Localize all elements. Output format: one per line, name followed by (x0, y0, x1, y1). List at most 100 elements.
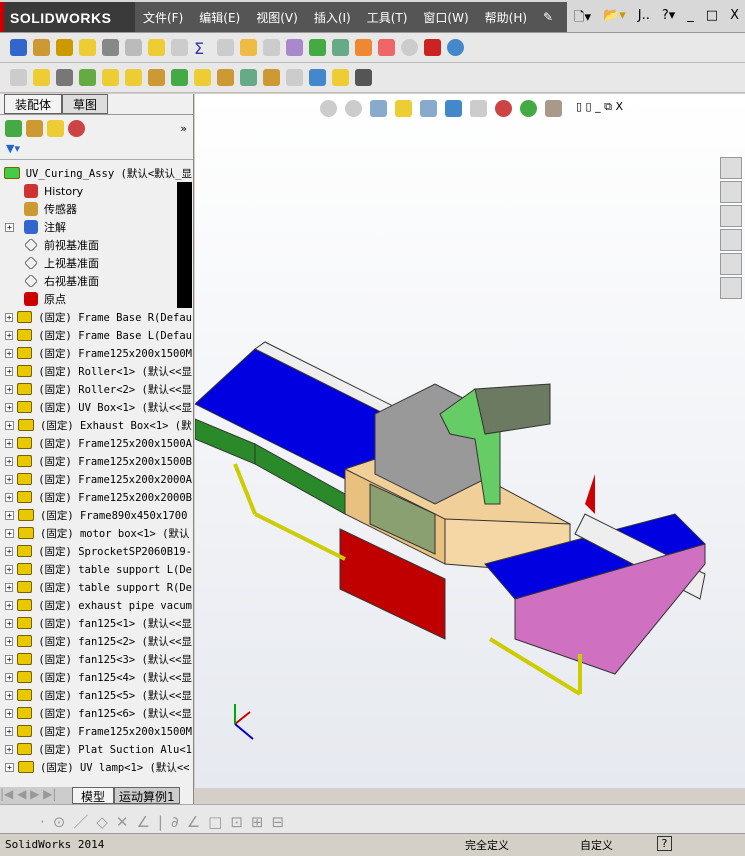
tree-component-item[interactable]: + (固定) Frame890x450x1700 (0, 506, 192, 524)
tree-feature-item[interactable]: 前视基准面 (0, 236, 192, 254)
expand-toggle[interactable]: + (5, 762, 14, 772)
tree-component-item[interactable]: + (固定) Exhaust Box<1> (默 (0, 416, 192, 434)
render-icon[interactable] (447, 39, 464, 56)
tree-component-item[interactable]: + (固定) fan125<5> (默认<<显 (0, 686, 192, 704)
display-manager-tab-icon[interactable] (68, 120, 85, 137)
status-help-icon[interactable]: ? (657, 836, 672, 851)
tree-component-item[interactable]: + (固定) Frame125x200x2000B (0, 488, 192, 506)
tree-component-item[interactable]: + (固定) Roller<1> (默认<<显 (0, 362, 192, 380)
expand-toggle[interactable]: + (5, 330, 14, 340)
pattern-icon[interactable] (79, 69, 96, 86)
appearances-icon[interactable] (720, 253, 742, 275)
tree-component-item[interactable]: + (固定) UV Box<1> (默认<<显 (0, 398, 192, 416)
expand-toggle[interactable]: + (5, 312, 14, 322)
tab-motion-study[interactable]: 运动算例1 (114, 787, 180, 804)
snapshot-icon[interactable] (355, 69, 372, 86)
expand-toggle[interactable]: + (5, 600, 14, 610)
reference-geometry-icon[interactable] (194, 69, 211, 86)
expand-toggle[interactable]: + (5, 564, 14, 574)
filter-icon[interactable]: ▼▾ (0, 142, 193, 160)
custom-properties-icon[interactable] (720, 277, 742, 299)
tree-root[interactable]: UV_Curing_Assy (默认<默认_显 (0, 164, 192, 182)
tree-feature-item[interactable]: 原点 (0, 290, 192, 308)
expand-toggle[interactable]: + (5, 672, 14, 682)
menu-file[interactable]: 文件(F) (135, 9, 191, 26)
tree-feature-item[interactable]: 上视基准面 (0, 254, 192, 272)
tree-component-item[interactable]: + (固定) fan125<1> (默认<<显 (0, 614, 192, 632)
expand-toggle[interactable]: + (5, 690, 14, 700)
new-file-icon[interactable]: 🗋▾ (574, 8, 591, 30)
tree-component-item[interactable]: + (固定) exhaust pipe vacum (0, 596, 192, 614)
expand-toggle[interactable]: + (5, 456, 14, 466)
expand-toggle[interactable]: + (5, 654, 14, 664)
spell-check-icon[interactable] (10, 39, 27, 56)
expand-toggle[interactable]: + (5, 474, 14, 484)
user-name[interactable]: J.. (638, 8, 650, 30)
menu-insert[interactable]: 插入(I) (306, 9, 359, 26)
move-component-icon[interactable] (125, 69, 142, 86)
show-hidden-icon[interactable] (148, 69, 165, 86)
tree-feature-item[interactable]: 传感器 (0, 200, 192, 218)
tab-sketch[interactable]: 草图 (62, 94, 109, 114)
tree-component-item[interactable]: + (固定) SprocketSP2060B19- (0, 542, 192, 560)
resources-icon[interactable] (720, 157, 742, 179)
tree-component-item[interactable]: + (固定) Plat Suction Alu<1 (0, 740, 192, 758)
close-button[interactable]: X (730, 8, 739, 30)
feature-manager-tab-icon[interactable] (5, 120, 22, 137)
zebra-icon[interactable] (378, 39, 395, 56)
tree-component-item[interactable]: + (固定) Roller<2> (默认<<显 (0, 380, 192, 398)
tree-component-item[interactable]: + (固定) fan125<2> (默认<<显 (0, 632, 192, 650)
open-file-icon[interactable]: 📂▾ (603, 8, 626, 30)
tree-component-item[interactable]: + (固定) Frame125x200x2000A (0, 470, 192, 488)
pin-icon[interactable]: ✎ (535, 10, 561, 24)
checkmark-icon[interactable] (401, 39, 418, 56)
configuration-manager-tab-icon[interactable] (47, 120, 64, 137)
large-assembly-icon[interactable] (332, 69, 349, 86)
tree-component-item[interactable]: + (固定) fan125<4> (默认<<显 (0, 668, 192, 686)
check-disabled-icon[interactable] (171, 39, 188, 56)
expand-toggle[interactable]: + (5, 348, 14, 358)
tree-component-item[interactable]: + (固定) UV lamp<1> (默认<< (0, 758, 192, 776)
help-icon[interactable]: ?▾ (662, 8, 675, 30)
graphics-area[interactable]: ▯ ▯ _ ⧉ X (195, 94, 745, 788)
expand-icon[interactable]: » (180, 122, 187, 135)
explode-line-icon[interactable] (286, 69, 303, 86)
file-explorer-icon[interactable] (720, 205, 742, 227)
expand-toggle[interactable]: + (5, 510, 14, 520)
tab-assembly[interactable]: 装配体 (4, 94, 63, 114)
bill-of-materials-icon[interactable] (240, 69, 257, 86)
draft-analysis-icon[interactable] (355, 39, 372, 56)
expand-toggle[interactable]: + (5, 402, 14, 412)
new-motion-study-icon[interactable] (217, 69, 234, 86)
expand-toggle[interactable]: + (5, 420, 14, 430)
tree-component-item[interactable]: + (固定) Frame125x200x1500B (0, 452, 192, 470)
menu-edit[interactable]: 编辑(E) (191, 9, 248, 26)
tree-component-item[interactable]: + (固定) Frame125x200x1500A (0, 434, 192, 452)
compare-icon[interactable] (286, 39, 303, 56)
maximize-button[interactable]: □ (706, 8, 718, 30)
sum-icon[interactable]: Σ (194, 39, 211, 58)
tree-component-item[interactable]: + (固定) Frame125x200x1500M (0, 344, 192, 362)
assembly-features-icon[interactable] (171, 69, 188, 86)
menu-window[interactable]: 窗口(W) (415, 9, 476, 26)
table-icon[interactable] (332, 39, 349, 56)
measure-icon[interactable] (33, 39, 50, 56)
expand-toggle[interactable]: + (5, 366, 14, 376)
tree-feature-item[interactable]: 右视基准面 (0, 272, 192, 290)
color-icon[interactable] (424, 39, 441, 56)
tree-component-item[interactable]: +(固定) UV lamp<2> (默认<< (0, 776, 192, 779)
expand-toggle[interactable]: + (5, 492, 14, 502)
expand-toggle[interactable]: + (5, 582, 14, 592)
expand-toggle[interactable]: + (5, 636, 14, 646)
design-library-icon[interactable] (720, 181, 742, 203)
tree-component-item[interactable]: + (固定) fan125<3> (默认<<显 (0, 650, 192, 668)
sketch-tools-icons[interactable]: ·⊙／◇✕∠|∂∠□⊡⊞⊟ (0, 805, 745, 832)
design-check-icon[interactable] (309, 39, 326, 56)
clearance-icon[interactable] (263, 39, 280, 56)
warning-icon[interactable] (240, 39, 257, 56)
expand-toggle[interactable]: + (5, 708, 14, 718)
menu-help[interactable]: 帮助(H) (477, 9, 535, 26)
component-icon[interactable] (10, 69, 27, 86)
mass-properties-icon[interactable] (56, 39, 73, 56)
tree-component-item[interactable]: + (固定) Frame125x200x1500M (0, 722, 192, 740)
